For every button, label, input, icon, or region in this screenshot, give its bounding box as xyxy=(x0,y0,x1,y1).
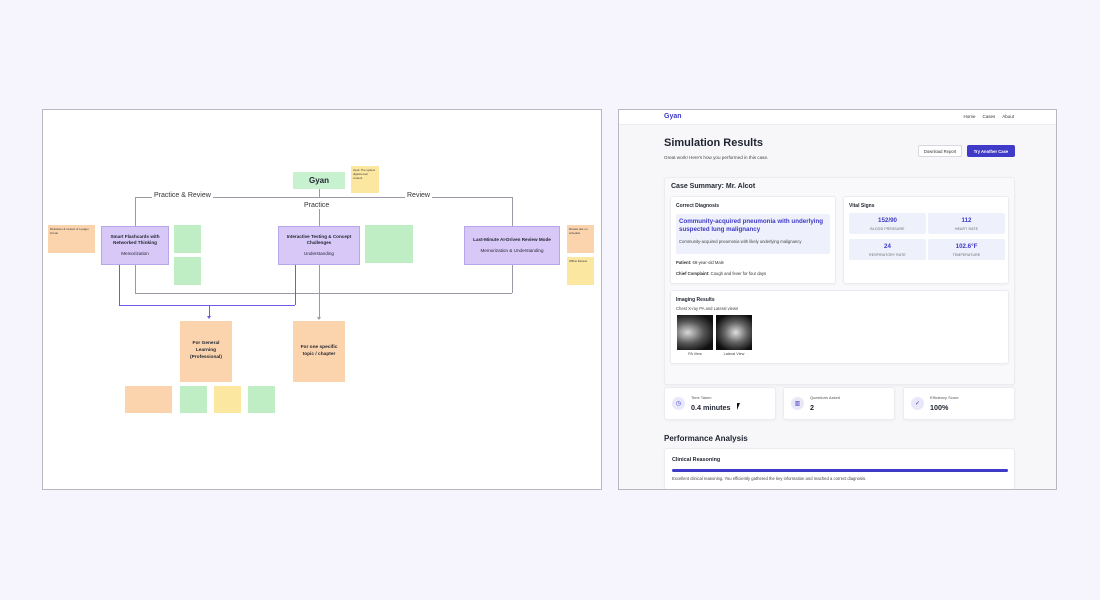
imaging-heading: Imaging Results xyxy=(676,297,715,303)
feature-title: Last-Minute AI-Driven Review Mode xyxy=(473,237,551,243)
patient-value: 68-year-old Male xyxy=(692,260,724,265)
practice-label: Practice xyxy=(302,202,332,209)
stat-label: Time Taken xyxy=(691,395,712,400)
diagnosis-card: Correct Diagnosis Community-acquired pne… xyxy=(670,196,836,284)
feature-title: Smart Flashcards with Networked Thinking xyxy=(110,234,160,246)
performance-note: Excellent clinical reasoning. You effici… xyxy=(672,476,867,481)
root-node[interactable]: Gyan xyxy=(293,172,345,189)
vital-value: 112 xyxy=(961,217,972,224)
feature-card[interactable]: Interactive Testing & Concept Challenges… xyxy=(278,226,360,265)
sticky-note[interactable] xyxy=(125,386,172,413)
case-summary-card: Case Summary: Mr. Alcot Correct Diagnosi… xyxy=(664,177,1015,385)
patient-label: Patient: xyxy=(676,260,692,265)
clock-icon: ◷ xyxy=(672,397,685,410)
stat-value: 100% xyxy=(930,403,949,412)
whiteboard-canvas[interactable]: Gyan Practice & Review Review Practice I… xyxy=(42,109,602,490)
stat-value: 2 xyxy=(810,403,814,412)
connector-purple xyxy=(119,265,120,305)
complaint-value: Cough and fever for four days xyxy=(710,271,767,276)
feature-sub: Understanding xyxy=(304,250,334,256)
performance-heading: Performance Analysis xyxy=(664,434,748,443)
complaint-info: Chief Complaint: Cough and fever for fou… xyxy=(676,271,766,276)
performance-card: Clinical Reasoning Excellent clinical re… xyxy=(664,448,1015,489)
vitals-heading: Vital Signs xyxy=(849,203,875,209)
sticky-note[interactable] xyxy=(174,257,201,285)
brand-logo[interactable]: Gyan xyxy=(664,113,682,120)
vital-label: TEMPERATURE xyxy=(952,253,981,257)
connector xyxy=(135,293,512,294)
complaint-label: Chief Complaint: xyxy=(676,271,710,276)
sticky-note[interactable]: Motivation & context of 1-pager format xyxy=(48,225,95,253)
feature-title: Interactive Testing & Concept Challenges xyxy=(286,234,352,246)
imaging-card: Imaging Results Chest X-ray PA and Later… xyxy=(670,290,1009,364)
feature-sub: Memorization & Understanding xyxy=(480,247,544,253)
imaging-subtitle: Chest X-ray PA and Lateral views xyxy=(676,306,739,311)
arrow-head xyxy=(317,317,321,320)
mouse-cursor xyxy=(737,403,740,410)
target-card[interactable]: For one specific topic / chapter xyxy=(293,321,345,382)
nav-about[interactable]: About xyxy=(1002,114,1014,119)
stat-card-efficiency: ✓ Efficiency Score 100% xyxy=(903,387,1015,420)
sticky-note[interactable]: Input: The system digests user content xyxy=(351,166,379,193)
app-window: Gyan Home Cases About Simulation Results… xyxy=(618,109,1057,490)
connector xyxy=(319,265,320,318)
sticky-note[interactable]: Review due on schedule xyxy=(567,225,594,253)
target-card[interactable]: For General Learning (Professional) xyxy=(180,321,232,382)
feature-sub: Memorization xyxy=(121,250,149,256)
vital-label: BLOOD PRESSURE xyxy=(870,227,905,231)
vital-tile: 112 HEART RATE xyxy=(928,213,1005,234)
nav-home[interactable]: Home xyxy=(963,114,975,119)
vital-tile: 102.6°F TEMPERATURE xyxy=(928,239,1005,260)
page-title: Simulation Results xyxy=(664,137,764,149)
progress-fill xyxy=(672,469,1008,472)
vital-value: 152/90 xyxy=(878,217,897,224)
sticky-note[interactable] xyxy=(365,225,413,263)
xray-caption: PA View xyxy=(688,352,702,356)
nav-links: Home Cases About xyxy=(963,114,1014,119)
connector xyxy=(319,189,320,197)
progress-track xyxy=(672,469,1008,472)
vital-value: 24 xyxy=(884,243,891,250)
sticky-note[interactable] xyxy=(180,386,207,413)
feature-card[interactable]: Last-Minute AI-Driven Review Mode Memori… xyxy=(464,226,560,265)
xray-lateral-image[interactable] xyxy=(716,315,752,350)
stat-label: Efficiency Score xyxy=(930,395,959,400)
stat-value: 0.4 minutes xyxy=(691,403,731,412)
xray-pa-image[interactable] xyxy=(677,315,713,350)
try-another-case-button[interactable]: Try Another Case xyxy=(967,145,1015,157)
arrow-head xyxy=(207,316,211,319)
vital-tile: 152/90 BLOOD PRESSURE xyxy=(849,213,926,234)
sticky-note[interactable] xyxy=(174,225,201,253)
sticky-note[interactable] xyxy=(248,386,275,413)
stat-card-questions: ▥ Questions Asked 2 xyxy=(783,387,895,420)
sticky-note[interactable] xyxy=(214,386,241,413)
vital-tile: 24 RESPIRATORY RATE xyxy=(849,239,926,260)
case-summary-title: Case Summary: Mr. Alcot xyxy=(671,183,756,190)
vitals-card: Vital Signs 152/90 BLOOD PRESSURE 112 HE… xyxy=(843,196,1009,284)
stat-card-time: ◷ Time Taken 0.4 minutes xyxy=(664,387,776,420)
vital-label: RESPIRATORY RATE xyxy=(869,253,906,257)
connector-purple xyxy=(295,265,296,305)
review-label: Review xyxy=(405,192,432,199)
diagnosis-heading: Correct Diagnosis xyxy=(676,203,720,209)
chart-icon: ▥ xyxy=(791,397,804,410)
xray-caption: Lateral View xyxy=(723,352,745,356)
patient-info: Patient: 68-year-old Male xyxy=(676,260,724,265)
page-subtitle: Great work! Here's how you performed in … xyxy=(664,155,769,160)
nav-cases[interactable]: Cases xyxy=(982,114,995,119)
vital-value: 102.6°F xyxy=(955,243,978,250)
diagnosis-alt: Community-acquired pneumonia with likely… xyxy=(679,239,802,244)
practice-review-label: Practice & Review xyxy=(152,192,213,199)
diagnosis-box: Community-acquired pneumonia with underl… xyxy=(676,214,830,254)
connector-purple xyxy=(119,305,295,306)
feature-card[interactable]: Smart Flashcards with Networked Thinking… xyxy=(101,226,169,265)
top-nav: Gyan Home Cases About xyxy=(619,110,1056,125)
diagnosis-main: Community-acquired pneumonia with underl… xyxy=(679,218,824,234)
vital-label: HEART RATE xyxy=(954,227,979,231)
download-report-button[interactable]: Download Report xyxy=(918,145,962,157)
performance-category: Clinical Reasoning xyxy=(672,457,721,463)
check-icon: ✓ xyxy=(911,397,924,410)
stat-label: Questions Asked xyxy=(810,395,841,400)
sticky-note[interactable]: Offline Review xyxy=(567,257,594,285)
